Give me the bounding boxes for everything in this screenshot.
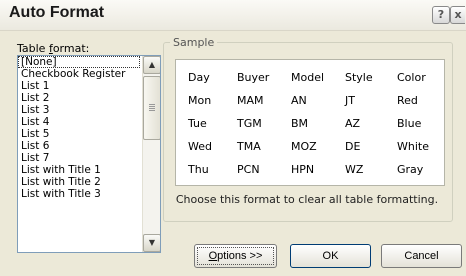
sample-cell: AZ xyxy=(345,117,361,130)
sample-cell: Blue xyxy=(397,117,422,130)
list-item-list-3[interactable]: List 3 xyxy=(18,104,140,116)
sample-cell: AN xyxy=(291,94,307,107)
list-item-none[interactable]: [None] xyxy=(18,56,140,68)
cancel-button[interactable]: Cancel xyxy=(381,244,462,268)
sample-cell: HPN xyxy=(291,163,315,176)
sample-cell: TMA xyxy=(237,140,261,153)
sample-cell: Style xyxy=(345,71,373,84)
sample-cell: PCN xyxy=(237,163,260,176)
list-item-list-with-title-2[interactable]: List with Title 2 xyxy=(18,176,140,188)
list-item-list-with-title-3[interactable]: List with Title 3 xyxy=(18,188,140,200)
list-item-list-5[interactable]: List 5 xyxy=(18,128,140,140)
sample-cell: Mon xyxy=(188,94,212,107)
sample-row: Wed TMA MOZ DE White xyxy=(176,140,444,160)
sample-cell: DE xyxy=(345,140,361,153)
sample-cell: Red xyxy=(397,94,418,107)
sample-row: Thu PCN HPN WZ Gray xyxy=(176,163,444,183)
thumb-grip-line xyxy=(149,110,155,111)
scroll-down-icon[interactable]: ▼ xyxy=(143,234,160,252)
sample-cell: MOZ xyxy=(291,140,317,153)
sample-row: Day Buyer Model Style Color xyxy=(176,71,444,91)
list-item-checkbook-register[interactable]: Checkbook Register xyxy=(18,68,140,80)
scroll-up-icon[interactable]: ▲ xyxy=(143,56,160,74)
sample-cell: Color xyxy=(397,71,426,84)
sample-cell: White xyxy=(397,140,429,153)
table-format-listbox[interactable]: [None] Checkbook Register List 1 List 2 … xyxy=(17,55,161,253)
table-format-list: [None] Checkbook Register List 1 List 2 … xyxy=(18,56,140,200)
sample-cell: Buyer xyxy=(237,71,270,84)
thumb-grip-line xyxy=(149,108,155,109)
thumb-grip-line xyxy=(149,106,155,107)
sample-cell: Gray xyxy=(397,163,424,176)
title-bar: Auto Format ? x xyxy=(0,0,466,31)
sample-row: Mon MAM AN JT Red xyxy=(176,94,444,114)
list-item-list-6[interactable]: List 6 xyxy=(18,140,140,152)
list-item-list-7[interactable]: List 7 xyxy=(18,152,140,164)
auto-format-dialog: Auto Format ? x Table format: [None] Che… xyxy=(0,0,466,276)
options-button[interactable]: Options >> xyxy=(194,244,277,268)
list-item-list-2[interactable]: List 2 xyxy=(18,92,140,104)
sample-cell: BM xyxy=(291,117,309,130)
sample-cell: Tue xyxy=(188,117,207,130)
table-format-label-suffix: ormat: xyxy=(52,42,90,55)
format-description: Choose this format to clear all table fo… xyxy=(175,193,439,206)
table-format-label: Table format: xyxy=(17,42,89,55)
sample-preview: Day Buyer Model Style Color Mon MAM AN J… xyxy=(175,59,445,186)
sample-row: Tue TGM BM AZ Blue xyxy=(176,117,444,137)
sample-cell: TGM xyxy=(237,117,262,130)
dialog-title: Auto Format xyxy=(9,4,105,21)
sample-cell: Thu xyxy=(188,163,209,176)
ok-button[interactable]: OK xyxy=(290,244,371,268)
scroll-thumb[interactable] xyxy=(143,76,160,140)
sample-cell: WZ xyxy=(345,163,364,176)
list-item-list-4[interactable]: List 4 xyxy=(18,116,140,128)
thumb-grip-line xyxy=(149,104,155,105)
options-label: ptions >> xyxy=(217,250,263,262)
options-accel: O xyxy=(208,250,218,262)
sample-cell: Wed xyxy=(188,140,212,153)
list-item-list-1[interactable]: List 1 xyxy=(18,80,140,92)
list-item-list-with-title-1[interactable]: List with Title 1 xyxy=(18,164,140,176)
sample-cell: Day xyxy=(188,71,210,84)
close-icon[interactable]: x xyxy=(450,6,465,24)
listbox-scrollbar[interactable]: ▲ ▼ xyxy=(142,56,160,252)
sample-cell: JT xyxy=(345,94,355,107)
sample-label: Sample xyxy=(170,36,218,49)
sample-cell: Model xyxy=(291,71,325,84)
table-format-label-prefix: Table xyxy=(17,42,49,55)
help-icon[interactable]: ? xyxy=(432,6,450,24)
sample-cell: MAM xyxy=(237,94,264,107)
